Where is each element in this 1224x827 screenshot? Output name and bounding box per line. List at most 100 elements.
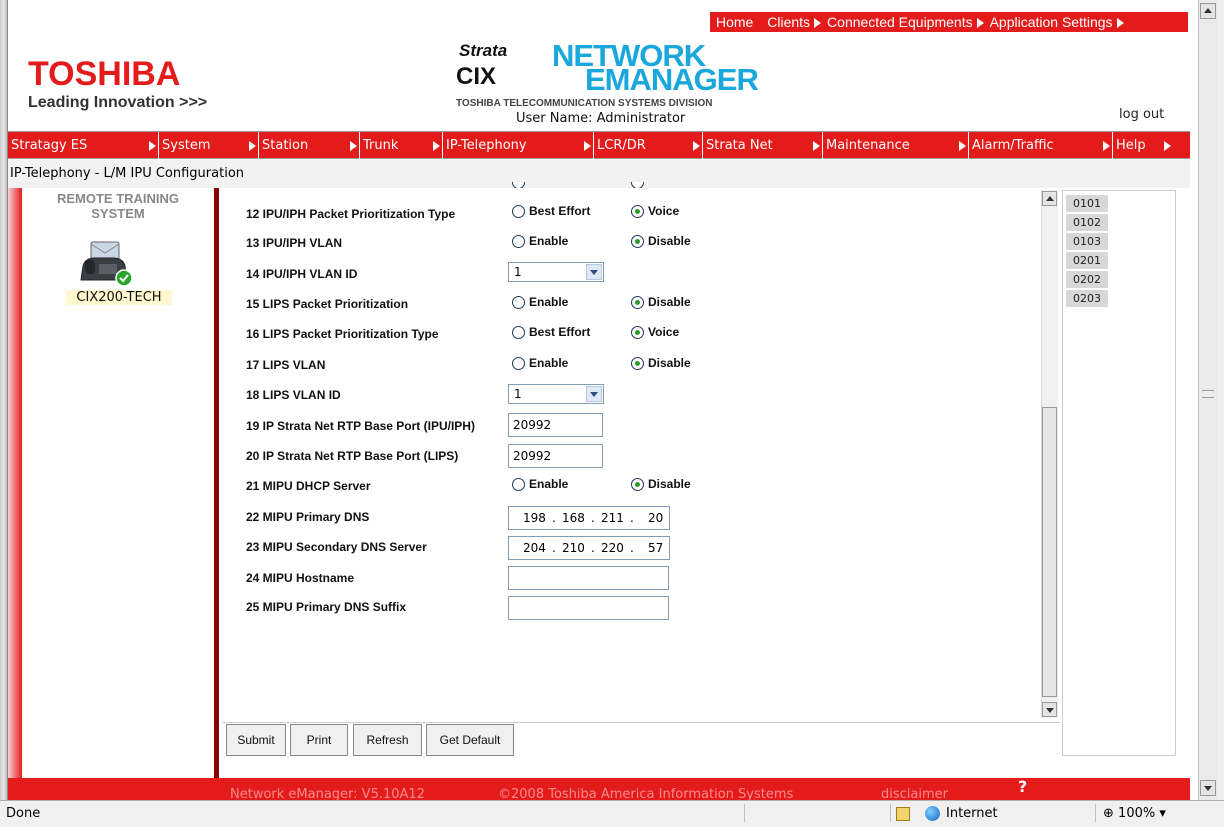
menu-system[interactable]: System [159,132,259,160]
nav-clients-link[interactable]: Clients [767,12,810,32]
site-name-label[interactable]: CIX200-TECH [66,290,172,305]
ip-octet[interactable]: 57 [648,537,663,559]
radio-icon[interactable] [512,326,525,339]
ip-octet[interactable]: 211 [601,507,624,529]
status-separator [1095,804,1096,822]
ip-octet[interactable]: 168 [562,507,585,529]
secondary-dns-ip-input[interactable]: 204. 210. 220. 57 [508,536,670,560]
field-label: 17 LIPS VLAN [246,358,326,372]
nav-home-link[interactable]: Home [710,12,753,32]
logo-tagline: Leading Innovation >>> [28,94,208,111]
product-name-line2: EMANAGER [585,62,759,97]
toshiba-logo: TOSHIBA [28,55,181,93]
print-button[interactable]: Print [290,724,348,756]
radio-partial [512,182,525,188]
nav-application-settings-link[interactable]: Application Settings [990,12,1113,32]
radio-disable[interactable]: Disable [631,356,691,370]
menu-arrow-icon [350,141,357,151]
zoom-label[interactable]: ⊕ 100% ▾ [1103,801,1166,827]
scroll-grip-icon[interactable] [1202,390,1214,398]
radio-enable[interactable]: Enable [512,234,568,248]
radio-enable[interactable]: Enable [512,295,568,309]
radio-icon[interactable] [512,235,525,248]
page-scroll-up-icon[interactable] [1200,3,1216,19]
radio-icon[interactable] [512,357,525,370]
ip-octet[interactable]: 220 [601,537,624,559]
menu-stratagy-es[interactable]: Stratagy ES [8,132,159,160]
main-menu-bar: Stratagy ES System Station Trunk IP-Tele… [8,131,1190,160]
zoom-icon: ⊕ [1103,806,1114,821]
menu-help[interactable]: Help [1113,132,1173,160]
radio-selected-icon[interactable] [631,326,644,339]
rtp-base-port-ipu-input[interactable]: 20992 [508,413,603,437]
radio-disable[interactable]: Disable [631,234,691,248]
extension-item[interactable]: 0203 [1066,290,1108,307]
menu-ip-telephony[interactable]: IP-Telephony [443,132,594,160]
menu-strata-net[interactable]: Strata Net [703,132,823,160]
radio-icon[interactable] [512,296,525,309]
zoom-value[interactable]: 100% [1118,806,1155,821]
radio-disable[interactable]: Disable [631,295,691,309]
radio-selected-icon[interactable] [631,235,644,248]
rtp-base-port-lips-input[interactable]: 20992 [508,444,603,468]
ip-octet[interactable]: 204 [523,537,546,559]
lips-vlan-id-select[interactable]: 1 [508,384,604,404]
footer: Network eManager: V5.10A12 ©2008 Toshiba… [8,778,1190,800]
page-scroll-down-icon[interactable] [1200,780,1216,796]
radio-selected-icon[interactable] [631,478,644,491]
phone-system-icon[interactable] [77,240,141,288]
extension-item[interactable]: 0202 [1066,271,1108,288]
scroll-up-icon[interactable] [1042,191,1057,206]
hostname-input[interactable] [508,566,669,590]
footer-disclaimer-link[interactable]: disclaimer [881,780,948,800]
extension-item[interactable]: 0201 [1066,252,1108,269]
field-label: 13 IPU/IPH VLAN [246,236,343,250]
radio-best-effort[interactable]: Best Effort [512,325,590,339]
ip-octet[interactable]: 20 [648,507,663,529]
nav-connected-equipments-link[interactable]: Connected Equipments [827,12,973,32]
extension-item[interactable]: 0102 [1066,214,1108,231]
ip-octet[interactable]: 210 [562,537,585,559]
radio-disable[interactable]: Disable [631,477,691,491]
menu-alarm-traffic[interactable]: Alarm/Traffic [969,132,1113,160]
refresh-button[interactable]: Refresh [353,724,422,756]
extension-item[interactable]: 0101 [1066,195,1108,212]
menu-trunk[interactable]: Trunk [360,132,443,160]
menu-maintenance[interactable]: Maintenance [823,132,969,160]
panel-divider [214,188,219,778]
status-text: Done [6,806,41,821]
scrollbar-thumb[interactable] [1042,407,1057,697]
vlan-id-select[interactable]: 1 [508,262,604,282]
site-group-title-line2: SYSTEM [91,206,145,221]
get-default-button[interactable]: Get Default [426,724,514,756]
page-scrollbar[interactable] [1198,0,1217,800]
user-name-label: User Name: Administrator [516,111,686,126]
radio-voice[interactable]: Voice [631,204,679,218]
help-icon[interactable]: ? [1018,778,1027,800]
chevron-down-icon[interactable] [586,386,602,402]
site-group-title-line1: REMOTE TRAINING [56,191,180,206]
radio-enable[interactable]: Enable [512,356,568,370]
primary-dns-ip-input[interactable]: 198. 168. 211. 20 [508,506,670,530]
field-label: 12 IPU/IPH Packet Prioritization Type [246,207,456,221]
menu-station[interactable]: Station [259,132,360,160]
radio-icon[interactable] [512,478,525,491]
menu-arrow-icon [433,141,440,151]
field-label: 19 IP Strata Net RTP Base Port (IPU/IPH) [246,419,475,433]
radio-selected-icon[interactable] [631,205,644,218]
extension-item[interactable]: 0103 [1066,233,1108,250]
radio-enable[interactable]: Enable [512,477,568,491]
radio-voice[interactable]: Voice [631,325,679,339]
dns-suffix-input[interactable] [508,596,669,620]
security-warning-icon[interactable] [896,807,910,821]
menu-lcr-dr[interactable]: LCR/DR [594,132,703,160]
ip-octet[interactable]: 198 [523,507,546,529]
radio-selected-icon[interactable] [631,357,644,370]
scroll-down-icon[interactable] [1042,702,1057,717]
submit-button[interactable]: Submit [226,724,286,756]
logout-link[interactable]: log out [1119,107,1164,122]
radio-icon[interactable] [512,205,525,218]
radio-selected-icon[interactable] [631,296,644,309]
chevron-down-icon[interactable] [586,264,602,280]
radio-best-effort[interactable]: Best Effort [512,204,590,218]
